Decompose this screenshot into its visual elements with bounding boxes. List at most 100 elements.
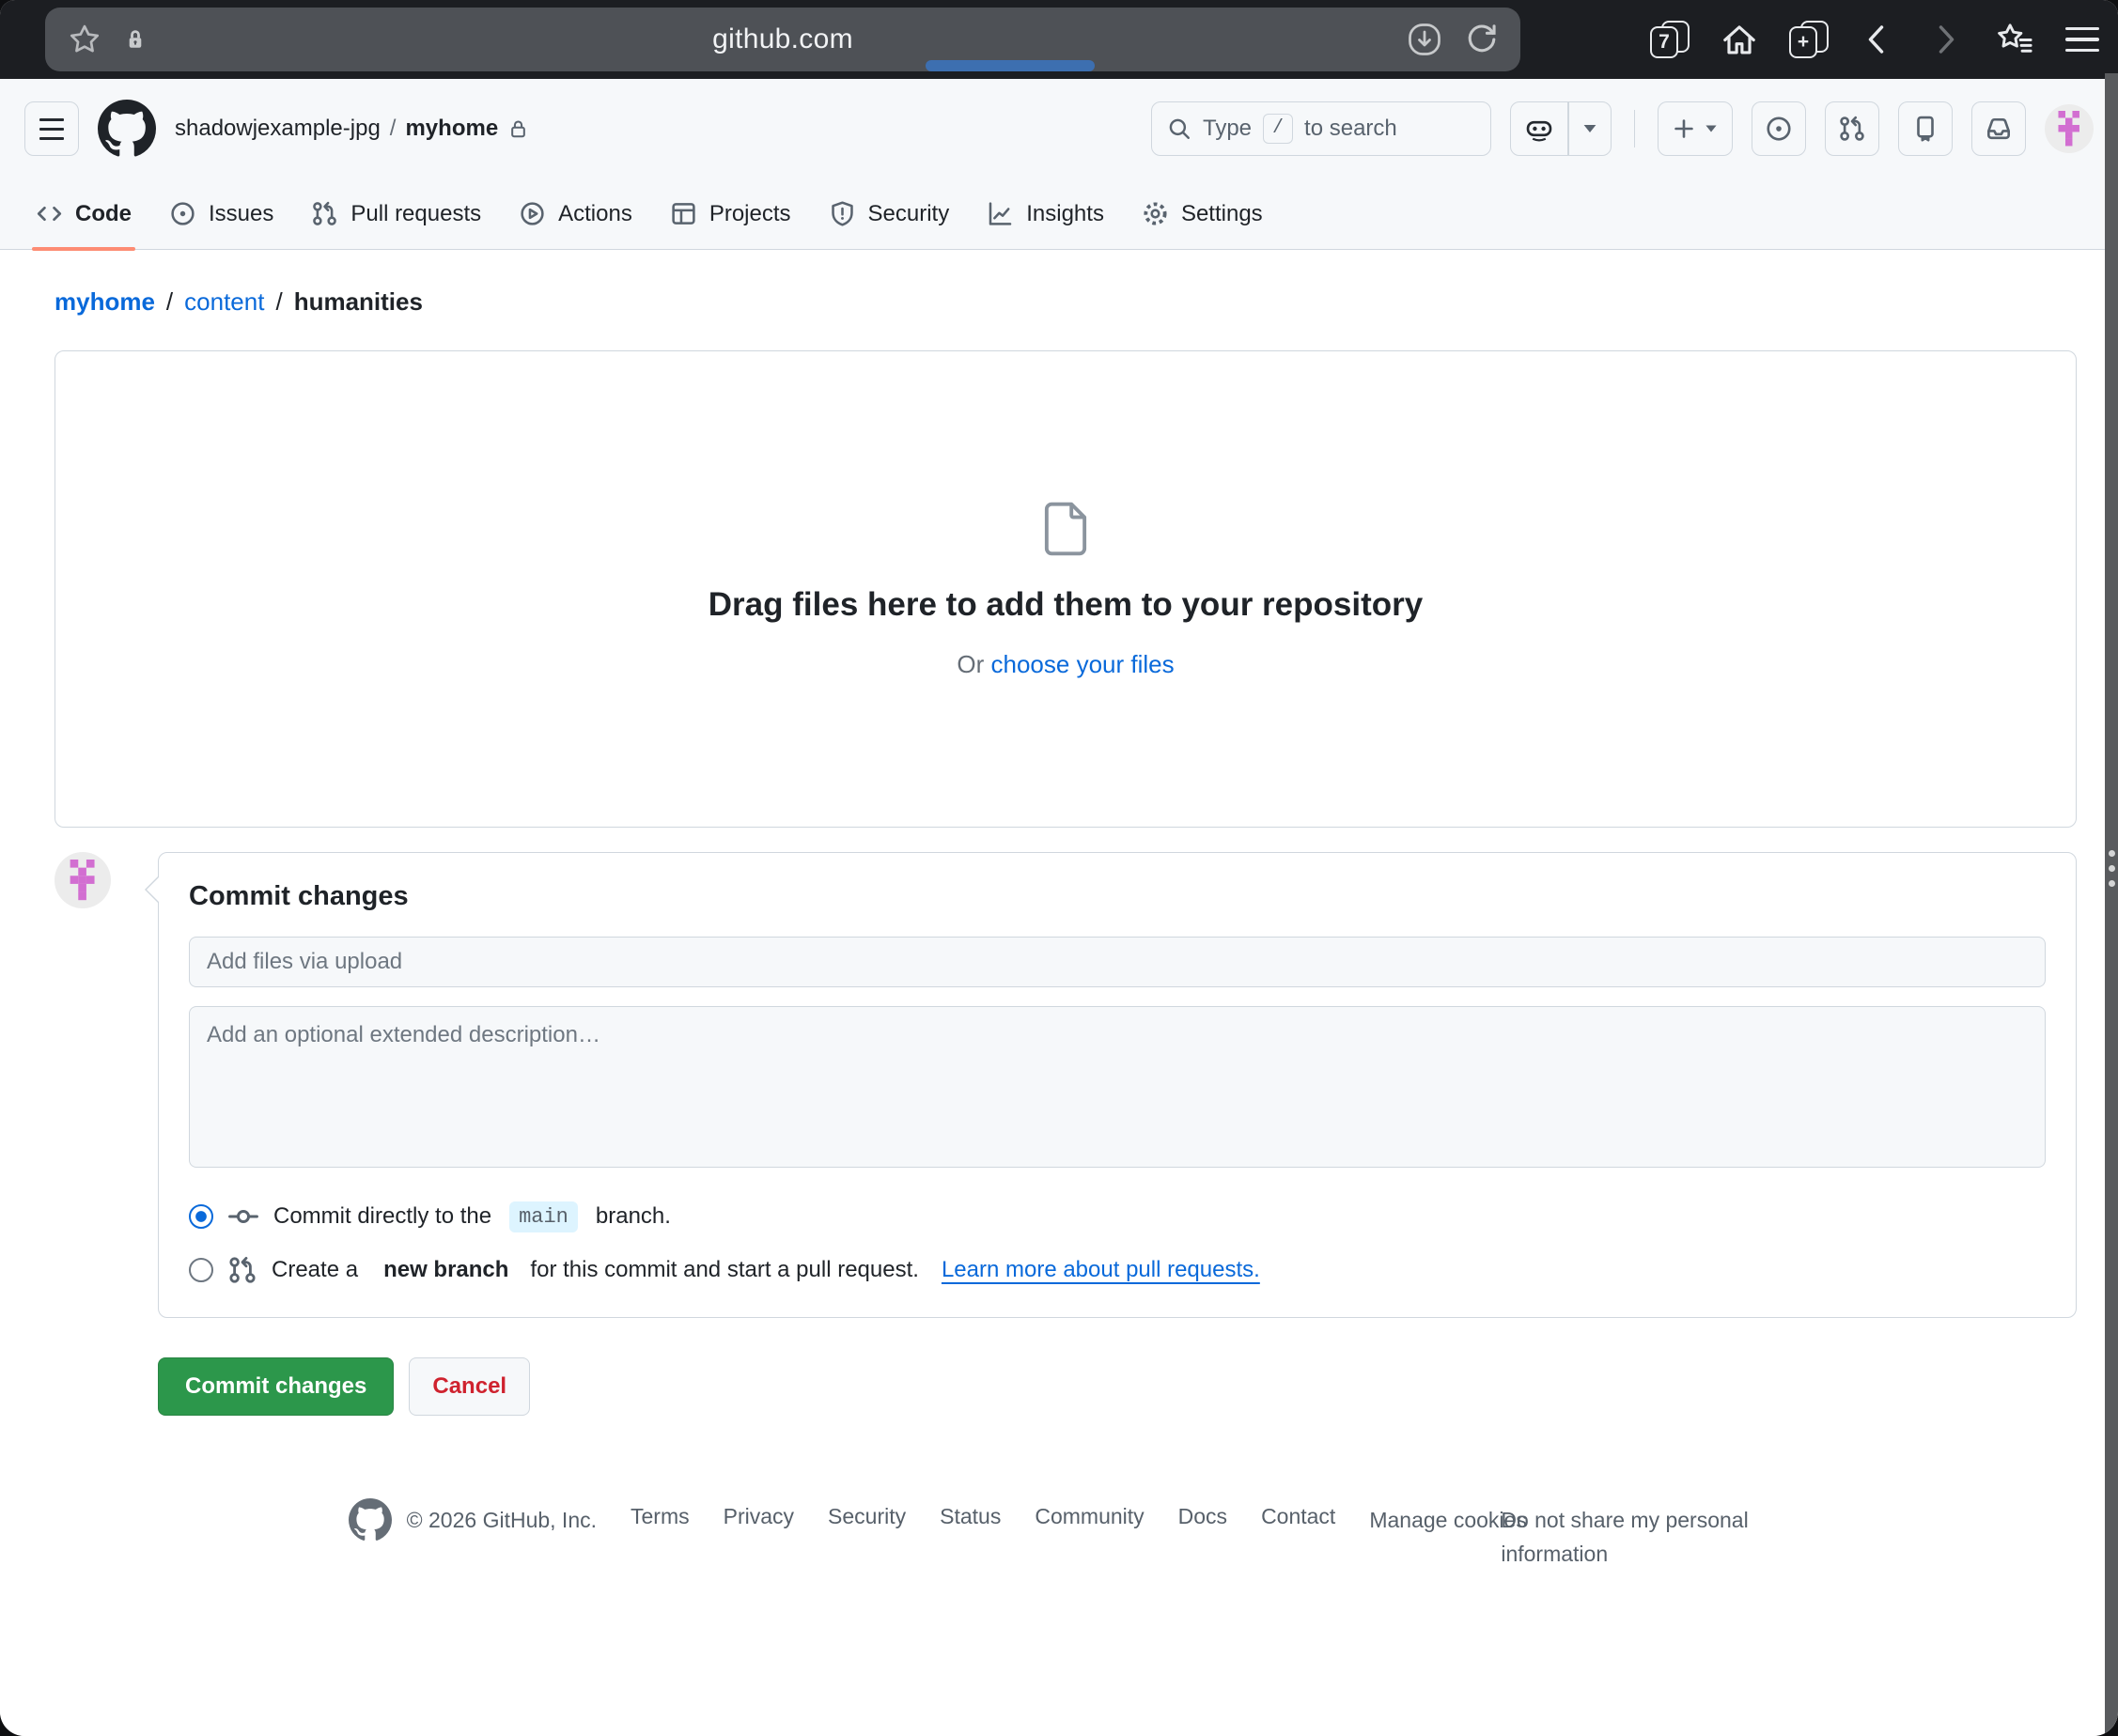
identicon	[2051, 111, 2086, 146]
header-divider	[1634, 110, 1636, 147]
browser-window: github.com 7 +	[0, 0, 2118, 1736]
footer-link-privacy[interactable]: Privacy	[724, 1504, 794, 1529]
page-footer: © 2026 GitHub, Inc. Terms Privacy Securi…	[55, 1504, 2077, 1702]
footer-link-docs[interactable]: Docs	[1178, 1504, 1227, 1529]
back-icon[interactable]	[1859, 21, 1896, 58]
footer-link-status[interactable]: Status	[940, 1504, 1001, 1529]
code-icon	[36, 200, 63, 227]
breadcrumb: shadowjexample-jpg / myhome	[175, 116, 529, 142]
shield-icon	[829, 200, 856, 227]
footer-link-security[interactable]: Security	[828, 1504, 906, 1529]
forward-icon[interactable]	[1926, 21, 1964, 58]
commit-message-input[interactable]	[189, 937, 2046, 987]
context-separator: /	[390, 116, 397, 142]
breadcrumb-dir-link[interactable]: content	[184, 287, 264, 317]
github-footer-logo[interactable]	[349, 1498, 392, 1542]
commit-changes-button[interactable]: Commit changes	[158, 1357, 394, 1416]
repositories-button[interactable]	[1898, 101, 1953, 156]
graph-icon	[987, 200, 1014, 227]
url-text: github.com	[45, 23, 1520, 55]
repo-nav: Code Issues Pull requests Actions Projec…	[0, 178, 2118, 250]
commit-description-textarea[interactable]	[189, 1006, 2046, 1168]
copyright: © 2026 GitHub, Inc.	[407, 1508, 597, 1533]
tab-pull-requests[interactable]: Pull requests	[292, 178, 500, 249]
context-repo[interactable]: myhome	[405, 116, 498, 142]
learn-more-link[interactable]: Learn more about pull requests.	[942, 1257, 1260, 1283]
tab-issues[interactable]: Issues	[150, 178, 292, 249]
tab-counter-button[interactable]: 7	[1650, 19, 1690, 60]
git-pull-request-icon	[311, 200, 338, 227]
new-branch-option[interactable]: Create a new branch for this commit and …	[189, 1255, 2046, 1285]
commit-avatar	[55, 852, 111, 908]
search-icon	[1167, 116, 1191, 141]
tab-actions[interactable]: Actions	[500, 178, 651, 249]
create-new-button[interactable]	[1658, 101, 1733, 156]
bookmark-star-icon[interactable]	[68, 23, 101, 56]
branch-name-chip: main	[509, 1201, 578, 1232]
browser-menu-icon[interactable]	[2065, 27, 2099, 53]
search-placeholder-pre: Type	[1203, 116, 1252, 142]
caret-down-icon	[1705, 126, 1716, 132]
footer-link-community[interactable]: Community	[1035, 1504, 1144, 1529]
breadcrumb-repo-link[interactable]: myhome	[55, 287, 155, 317]
path-breadcrumb: myhome / content / humanities	[55, 287, 2077, 317]
footer-link-contact[interactable]: Contact	[1261, 1504, 1335, 1529]
bookmarks-menu-icon[interactable]	[1994, 19, 2035, 60]
scrollbar[interactable]	[2105, 73, 2118, 1736]
identicon	[62, 860, 102, 900]
browser-toolbar: github.com 7 +	[0, 0, 2118, 79]
copilot-icon	[1511, 102, 1567, 155]
copilot-button[interactable]	[1510, 101, 1612, 156]
slash-key: /	[1263, 114, 1293, 144]
drop-zone-subtext: Or choose your files	[957, 650, 1174, 679]
tab-insights[interactable]: Insights	[968, 178, 1123, 249]
commit-form: Commit changes Commit directly to the ma…	[158, 852, 2077, 1318]
search-input[interactable]: Type / to search	[1151, 101, 1491, 156]
tab-settings[interactable]: Settings	[1123, 178, 1282, 249]
tab-security[interactable]: Security	[810, 178, 969, 249]
main-content: myhome / content / humanities Drag files…	[0, 287, 2118, 1702]
repo-icon	[1911, 115, 1939, 143]
tab-projects[interactable]: Projects	[651, 178, 810, 249]
github-page: shadowjexample-jpg / myhome Type / to se…	[0, 79, 2118, 1736]
git-commit-icon	[227, 1201, 259, 1232]
copilot-dropdown[interactable]	[1569, 102, 1611, 155]
footer-link-manage-cookies[interactable]: Manage cookies	[1369, 1504, 1467, 1538]
download-icon[interactable]	[1406, 21, 1443, 58]
url-bar[interactable]: github.com	[45, 8, 1520, 71]
radio-selected[interactable]	[189, 1204, 213, 1229]
commit-form-title: Commit changes	[189, 881, 2046, 912]
reload-icon[interactable]	[1464, 22, 1500, 57]
hamburger-icon	[39, 118, 64, 140]
pull-requests-button[interactable]	[1825, 101, 1879, 156]
tab-count: 7	[1659, 31, 1670, 54]
user-avatar[interactable]	[2045, 104, 2094, 153]
notifications-button[interactable]	[1971, 101, 2026, 156]
issues-button[interactable]	[1752, 101, 1806, 156]
private-lock-icon	[507, 118, 529, 140]
lock-icon	[122, 26, 148, 53]
page-load-progress	[926, 60, 1095, 71]
commit-direct-option[interactable]: Commit directly to the main branch.	[189, 1201, 2046, 1232]
inbox-icon	[1985, 115, 2013, 143]
breadcrumb-current: humanities	[294, 287, 423, 317]
search-placeholder-post: to search	[1304, 116, 1397, 142]
file-drop-zone[interactable]: Drag files here to add them to your repo…	[55, 350, 2077, 828]
play-icon	[519, 200, 546, 227]
choose-files-link[interactable]: choose your files	[991, 650, 1175, 678]
context-owner[interactable]: shadowjexample-jpg	[175, 116, 381, 142]
tab-code[interactable]: Code	[17, 178, 150, 249]
home-icon[interactable]	[1720, 20, 1759, 59]
gear-icon	[1142, 200, 1169, 227]
table-icon	[670, 200, 697, 227]
cancel-button[interactable]: Cancel	[409, 1357, 530, 1416]
github-logo[interactable]	[98, 100, 156, 158]
sidebar-menu-button[interactable]	[24, 101, 79, 156]
radio-unselected[interactable]	[189, 1258, 213, 1282]
git-pull-request-icon	[227, 1255, 257, 1285]
github-header: shadowjexample-jpg / myhome Type / to se…	[0, 79, 2118, 178]
footer-link-terms[interactable]: Terms	[631, 1504, 690, 1529]
file-icon	[1039, 500, 1092, 558]
new-tab-icon[interactable]: +	[1789, 19, 1829, 60]
footer-link-do-not-share[interactable]: Do not share my personal information	[1501, 1504, 1783, 1571]
